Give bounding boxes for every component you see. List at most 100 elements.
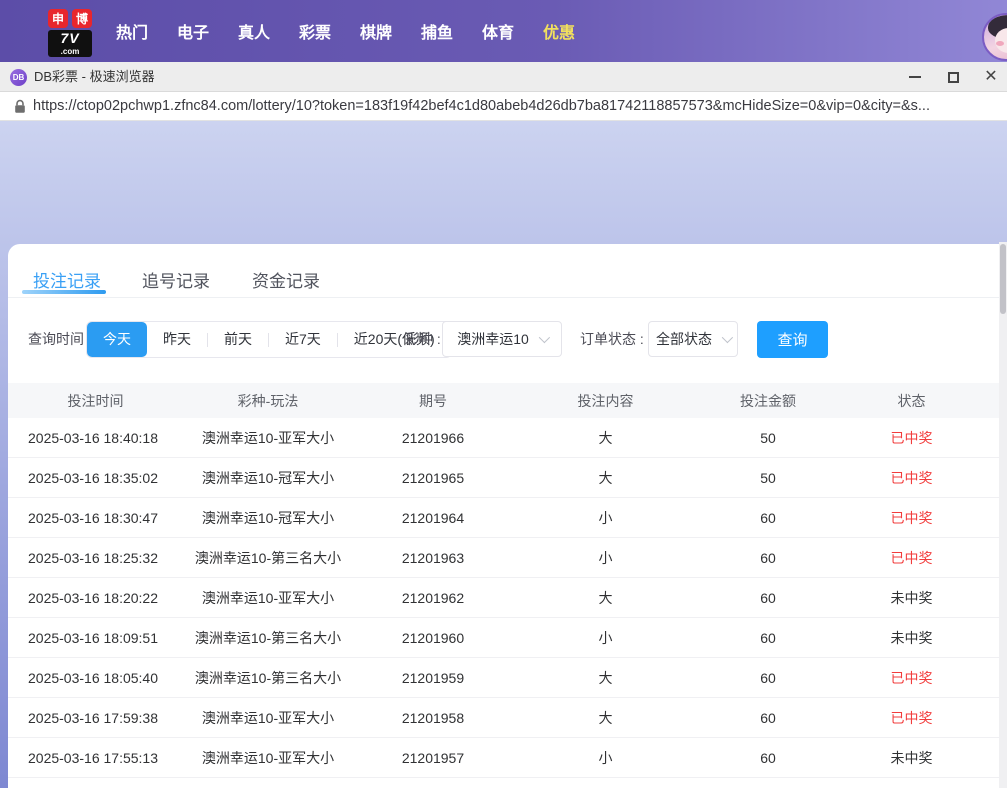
- table-row: 2025-03-16 18:20:22 澳洲幸运10-亚军大小 21201962…: [8, 578, 999, 618]
- table-row: 2025-03-16 18:09:51 澳洲幸运10-第三名大小 2120196…: [8, 618, 999, 658]
- cell-game: 澳洲幸运10-第三名大小: [194, 629, 342, 646]
- cell-status: 未中奖: [890, 749, 933, 766]
- cell-content: 大: [598, 709, 613, 726]
- minimize-icon: [909, 76, 921, 78]
- time-option-daybefore[interactable]: 前天: [208, 322, 268, 357]
- cell-amount: 60: [760, 709, 776, 726]
- col-header-status: 状态: [897, 392, 926, 409]
- page-background: 投注记录 追号记录 资金记录 查询时间 : 今天 昨天 前天 近7天 近20天(…: [0, 121, 1007, 788]
- cell-status: 已中奖: [890, 709, 933, 726]
- cell-status: 已中奖: [890, 509, 933, 526]
- maximize-icon: [947, 71, 959, 83]
- cell-issue: 21201959: [401, 669, 465, 686]
- logo-suffix-text: .com: [48, 47, 92, 57]
- chevron-down-icon: [538, 331, 550, 344]
- cell-content: 大: [598, 469, 613, 486]
- cell-game: 澳洲幸运10-亚军大小: [201, 749, 335, 766]
- lottery-select[interactable]: 澳洲幸运10: [442, 321, 562, 357]
- nav-item-lottery[interactable]: 彩票: [299, 19, 331, 43]
- summary-expected-amount: 预计投注金额: 520: [777, 778, 900, 788]
- search-button[interactable]: 查询: [757, 321, 828, 358]
- logo-badge-2: 博: [72, 9, 92, 28]
- cell-game: 澳洲幸运10-亚军大小: [201, 589, 335, 606]
- table-row: 2025-03-16 17:55:13 澳洲幸运10-亚军大小 21201957…: [8, 738, 999, 778]
- cell-bet-time: 2025-03-16 18:40:18: [28, 429, 158, 446]
- browser-urlbar[interactable]: https://ctop02pchwp1.zfnc84.com/lottery/…: [0, 92, 1007, 121]
- nav-item-live[interactable]: 真人: [238, 19, 270, 43]
- cell-bet-time: 2025-03-16 17:55:13: [28, 749, 158, 766]
- cell-amount: 60: [760, 549, 776, 566]
- time-filter-group: 今天 昨天 前天 近7天 近20天(低频): [86, 321, 452, 358]
- cell-amount: 60: [760, 589, 776, 606]
- window-title: DB彩票 - 极速浏览器: [34, 69, 155, 84]
- status-filter-label: 订单状态 :: [580, 331, 644, 347]
- cell-amount: 60: [760, 669, 776, 686]
- user-avatar[interactable]: [982, 13, 1007, 61]
- ssl-lock-icon: [14, 99, 26, 119]
- minimize-button[interactable]: [900, 62, 930, 92]
- cell-issue: 21201965: [401, 469, 465, 486]
- col-header-game: 彩种-玩法: [237, 392, 299, 409]
- maximize-button[interactable]: [938, 62, 968, 92]
- browser-tab-favicon: DB: [10, 69, 27, 86]
- cell-content: 小: [598, 749, 613, 766]
- table-row: 2025-03-16 18:05:40 澳洲幸运10-第三名大小 2120195…: [8, 658, 999, 698]
- time-option-yesterday[interactable]: 昨天: [147, 322, 207, 357]
- cell-content: 大: [598, 429, 613, 446]
- cell-game: 澳洲幸运10-冠军大小: [201, 509, 335, 526]
- col-header-amount: 投注金额: [740, 392, 796, 409]
- nav-item-hot[interactable]: 热门: [116, 19, 148, 43]
- nav-item-fishing[interactable]: 捕鱼: [421, 19, 453, 43]
- order-status-select[interactable]: 全部状态: [648, 321, 738, 357]
- time-option-7days[interactable]: 近7天: [269, 322, 337, 357]
- site-logo[interactable]: 申 博 7V .com: [48, 9, 94, 57]
- table-body: 2025-03-16 18:40:18 澳洲幸运10-亚军大小 21201966…: [8, 418, 999, 778]
- cell-issue: 21201966: [401, 429, 465, 446]
- scrollbar-thumb[interactable]: [1000, 244, 1006, 314]
- summary-valid-amount: 有效投注金额: [928, 778, 999, 788]
- cell-game: 澳洲幸运10-冠军大小: [201, 469, 335, 486]
- nav-item-slots[interactable]: 电子: [177, 19, 209, 43]
- cell-content: 大: [598, 669, 613, 686]
- chevron-down-icon: [721, 331, 734, 344]
- avatar-blush: [996, 41, 1004, 46]
- cell-bet-time: 2025-03-16 17:59:38: [28, 709, 158, 726]
- cell-game: 澳洲幸运10-亚军大小: [201, 429, 335, 446]
- cell-amount: 50: [760, 469, 776, 486]
- cell-issue: 21201962: [401, 589, 465, 606]
- cell-game: 澳洲幸运10-第三名大小: [194, 549, 342, 566]
- cell-status: 已中奖: [890, 549, 933, 566]
- table-row: 2025-03-16 18:30:47 澳洲幸运10-冠军大小 21201964…: [8, 498, 999, 538]
- cell-status: 未中奖: [890, 589, 933, 606]
- cell-content: 小: [598, 549, 613, 566]
- cell-content: 小: [598, 509, 613, 526]
- table-row: 2025-03-16 17:59:38 澳洲幸运10-亚军大小 21201958…: [8, 698, 999, 738]
- cell-content: 大: [598, 589, 613, 606]
- cell-amount: 60: [760, 749, 776, 766]
- cell-bet-time: 2025-03-16 18:05:40: [28, 669, 158, 686]
- tab-fund-records[interactable]: 资金记录: [250, 267, 322, 293]
- table-summary-row: 合计 共 9 条记录 预计投注金额: 520 有效投注金额: [8, 778, 999, 788]
- nav-item-sports[interactable]: 体育: [482, 19, 514, 43]
- content-card: 投注记录 追号记录 资金记录 查询时间 : 今天 昨天 前天 近7天 近20天(…: [8, 244, 999, 788]
- cell-bet-time: 2025-03-16 18:35:02: [28, 469, 158, 486]
- close-button[interactable]: ✕: [976, 62, 1006, 92]
- url-text[interactable]: https://ctop02pchwp1.zfnc84.com/lottery/…: [33, 92, 998, 121]
- cell-status: 已中奖: [890, 469, 933, 486]
- tab-chase-records[interactable]: 追号记录: [140, 267, 212, 293]
- cell-amount: 60: [760, 509, 776, 526]
- page-scrollbar[interactable]: [999, 242, 1007, 788]
- cell-issue: 21201960: [401, 629, 465, 646]
- nav-item-promo[interactable]: 优惠: [543, 19, 575, 43]
- nav-item-cards[interactable]: 棋牌: [360, 19, 392, 43]
- time-option-today[interactable]: 今天: [87, 322, 147, 357]
- cell-issue: 21201963: [401, 549, 465, 566]
- tabs-divider: [8, 297, 999, 298]
- cell-bet-time: 2025-03-16 18:09:51: [28, 629, 158, 646]
- cell-status: 未中奖: [890, 629, 933, 646]
- cell-status: 已中奖: [890, 429, 933, 446]
- close-icon: ✕: [984, 68, 998, 85]
- cell-issue: 21201964: [401, 509, 465, 526]
- order-status-value: 全部状态: [656, 331, 712, 347]
- logo-main-text: 7V: [48, 30, 92, 47]
